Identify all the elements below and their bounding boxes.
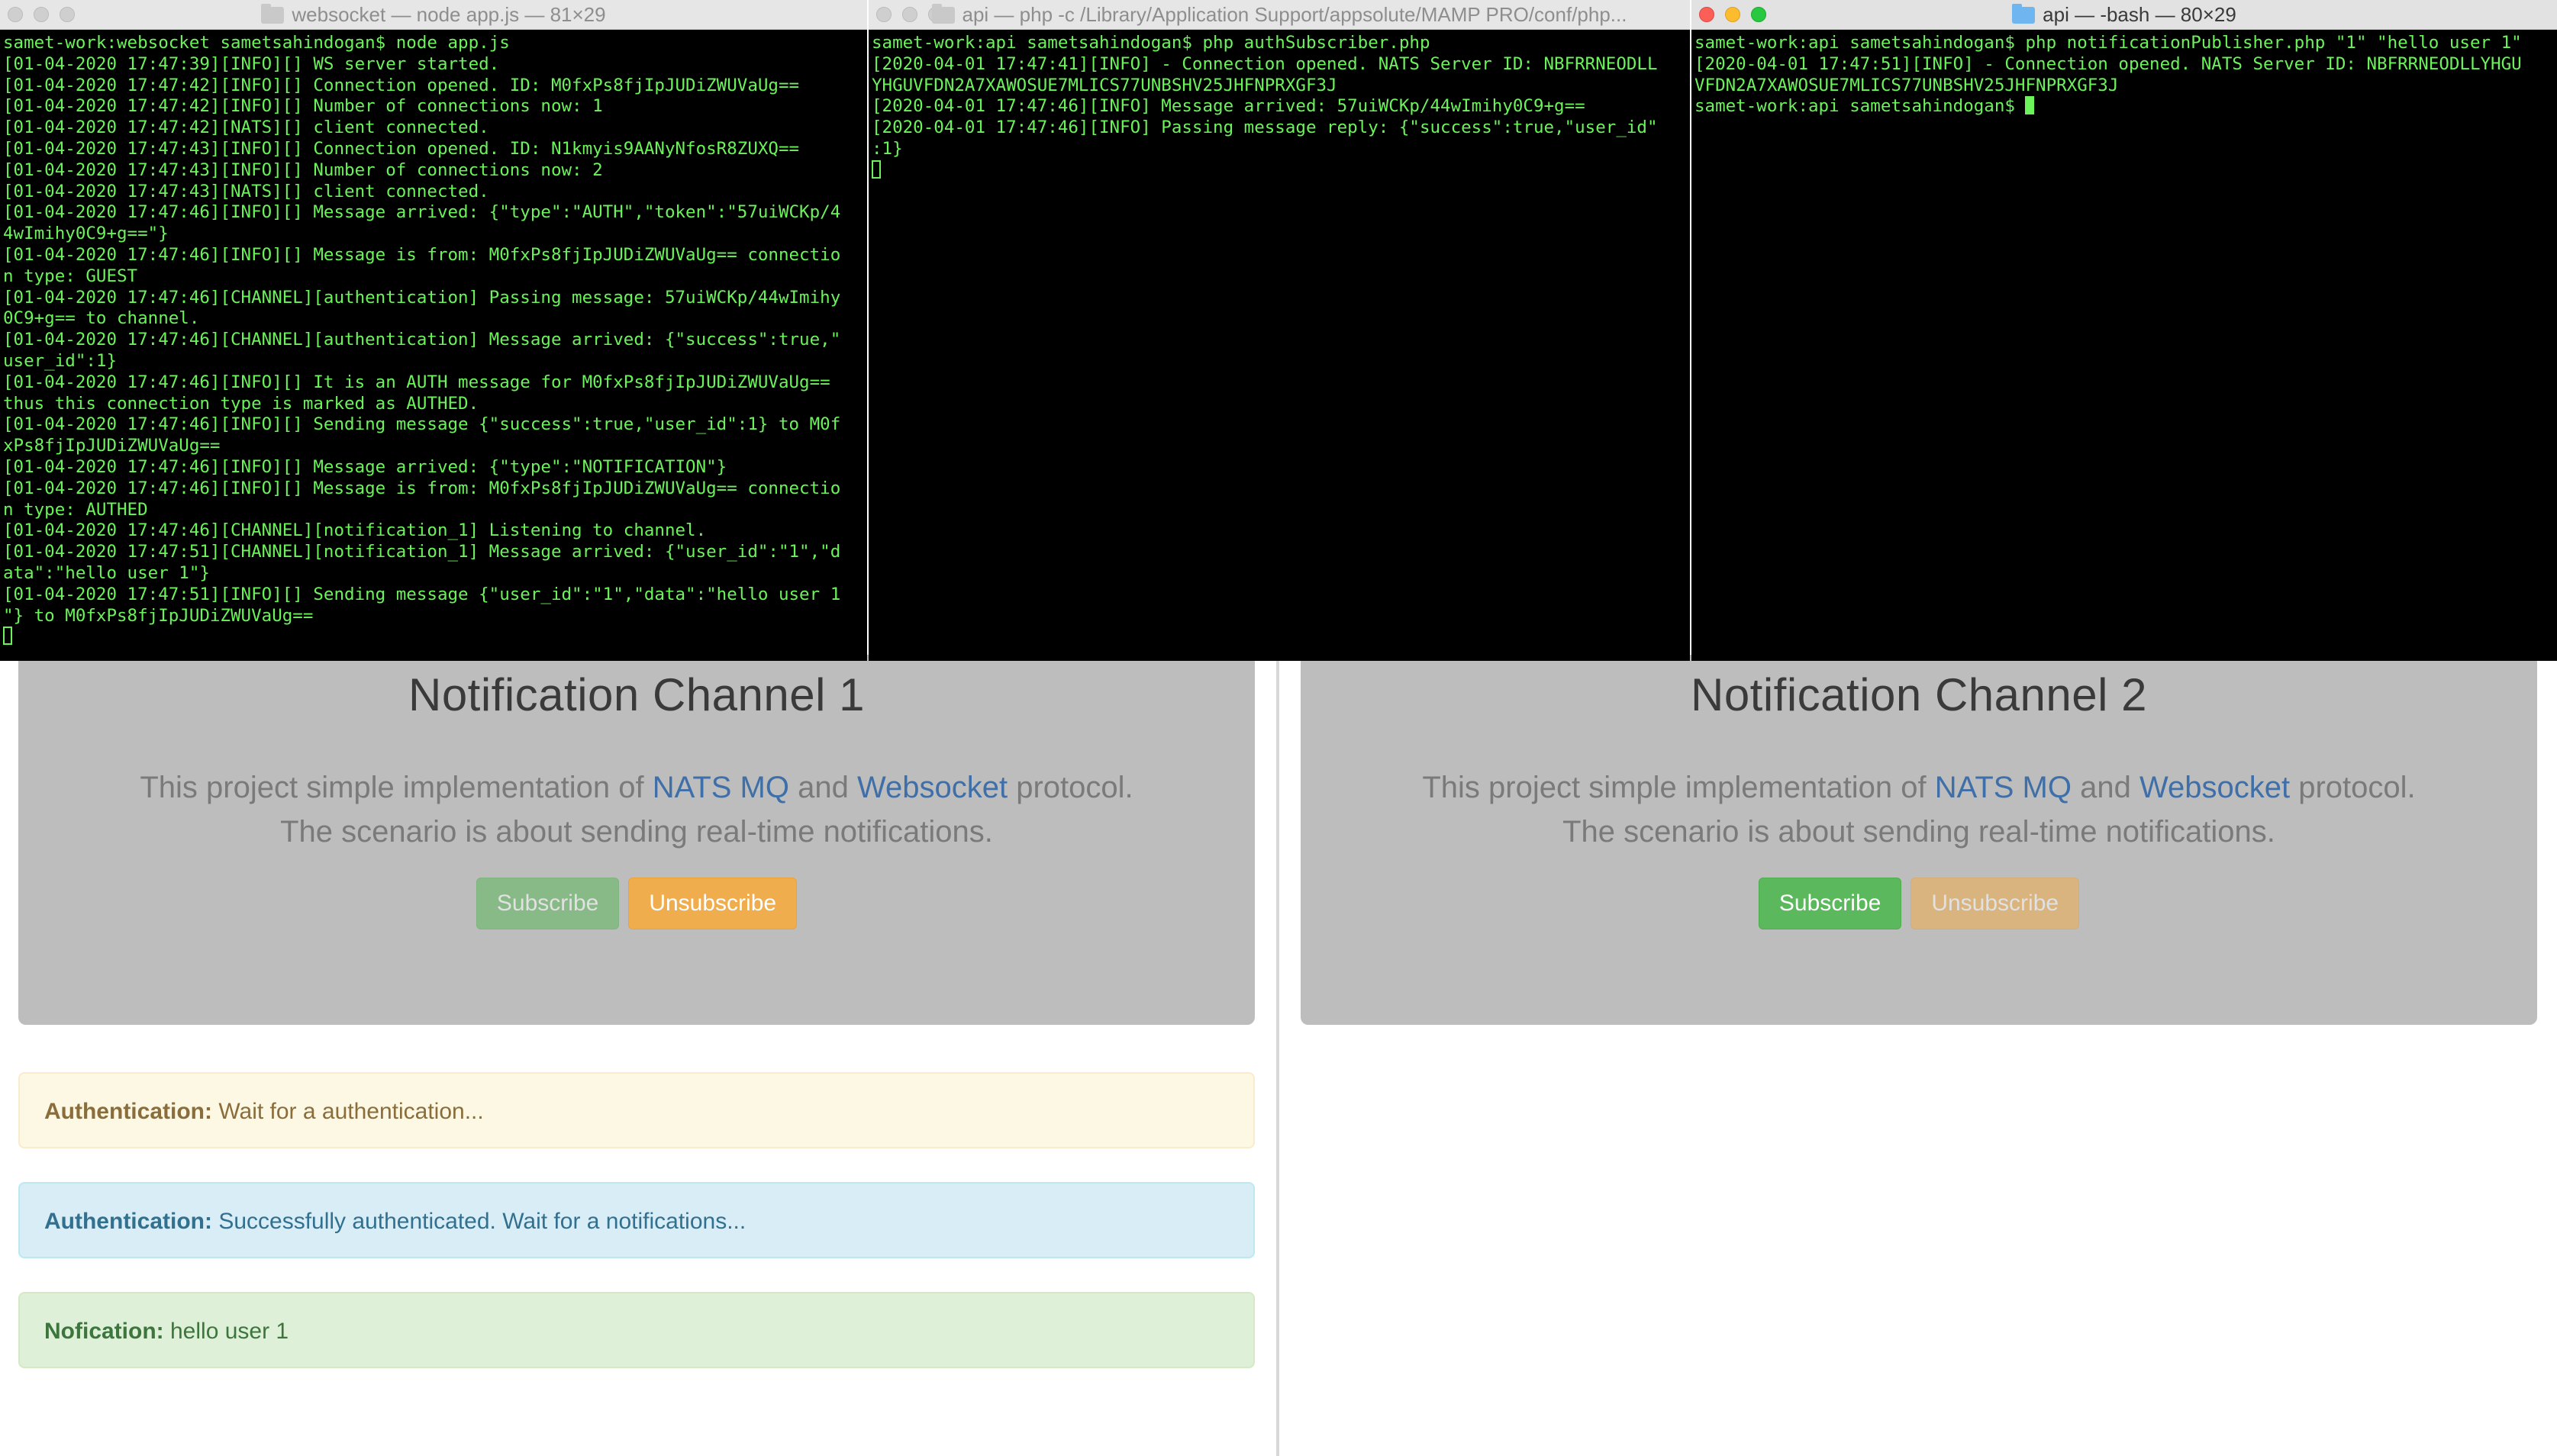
websocket-link[interactable]: Websocket bbox=[857, 771, 1008, 804]
folder-icon bbox=[931, 4, 955, 24]
nats-mq-link[interactable]: NATS MQ bbox=[653, 771, 789, 804]
terminal-line: YHGUVFDN2A7XAWOSUE7MLICS77UNBSHV25JHFNPR… bbox=[872, 75, 1337, 95]
terminal-line: [01-04-2020 17:47:43][INFO][] Number of … bbox=[3, 159, 603, 180]
terminal-cursor bbox=[2025, 96, 2035, 115]
auth-wait-alert: Authentication: Wait for a authenticatio… bbox=[18, 1072, 1255, 1148]
terminal-line: thus this connection type is marked as A… bbox=[3, 393, 479, 414]
terminal-line: n type: GUEST bbox=[3, 266, 138, 286]
terminal-line: n type: AUTHED bbox=[3, 499, 148, 520]
close-icon[interactable] bbox=[1699, 7, 1714, 22]
terminal-line: samet-work:api sametsahindogan$ php auth… bbox=[872, 33, 1430, 53]
terminal-cursor bbox=[872, 159, 881, 179]
terminal-line: [01-04-2020 17:47:46][INFO][] Message is… bbox=[3, 244, 841, 265]
alert-label: Authentication: bbox=[44, 1209, 212, 1234]
terminal-line: [01-04-2020 17:47:43][NATS][] client con… bbox=[3, 181, 489, 201]
alert-text: Wait for a authentication... bbox=[211, 1099, 484, 1124]
terminal-line: samet-work:api sametsahindogan$ php noti… bbox=[1694, 33, 2522, 53]
terminal-line: [01-04-2020 17:47:42][INFO][] Connection… bbox=[3, 75, 800, 95]
terminal-line: samet-work:websocket sametsahindogan$ no… bbox=[3, 33, 510, 53]
subscribe-button[interactable]: Subscribe bbox=[1758, 878, 1902, 929]
terminal-line: [01-04-2020 17:47:42][NATS][] client con… bbox=[3, 118, 489, 138]
terminal-titlebar[interactable]: websocket — node app.js — 81×29 bbox=[0, 0, 867, 30]
lead-text: This project simple implementation of NA… bbox=[140, 771, 1133, 849]
window-title: api — -bash — 80×29 bbox=[2043, 3, 2236, 26]
terminal-line: ata":"hello user 1"} bbox=[3, 562, 210, 583]
terminal-prompt-line: samet-work:api sametsahindogan$ bbox=[1694, 96, 2554, 118]
lead-text: This project simple implementation of NA… bbox=[1422, 771, 2416, 849]
button-group: Subscribe Unsubscribe bbox=[18, 878, 1255, 929]
window-title: api — php -c /Library/Application Suppor… bbox=[962, 3, 1627, 26]
terminal-window-websocket[interactable]: websocket — node app.js — 81×29 samet-wo… bbox=[0, 0, 867, 661]
terminal-titlebar[interactable]: api — php -c /Library/Application Suppor… bbox=[869, 0, 1690, 30]
terminal-cursor bbox=[3, 627, 12, 646]
terminal-line: "} to M0fxPs8fjIpJUDiZWUVaUg== bbox=[3, 605, 314, 626]
terminal-line: [01-04-2020 17:47:46][CHANNEL][notificat… bbox=[3, 520, 707, 541]
websocket-link[interactable]: Websocket bbox=[2139, 771, 2290, 804]
alert-text: Successfully authenticated. Wait for a n… bbox=[211, 1209, 746, 1234]
close-icon[interactable] bbox=[876, 7, 892, 22]
terminal-line: [01-04-2020 17:47:46][CHANNEL][authentic… bbox=[3, 287, 841, 308]
terminal-line: [01-04-2020 17:47:46][INFO][] It is an A… bbox=[3, 372, 830, 392]
folder-icon bbox=[261, 4, 285, 24]
zoom-icon[interactable] bbox=[1751, 7, 1766, 22]
nats-mq-link[interactable]: NATS MQ bbox=[1935, 771, 2072, 804]
terminal-line: [2020-04-01 17:47:46][INFO] Passing mess… bbox=[872, 118, 1658, 138]
terminal-line: [01-04-2020 17:47:46][INFO][] Message ar… bbox=[3, 202, 841, 223]
terminal-titlebar[interactable]: api — -bash — 80×29 bbox=[1691, 0, 2557, 30]
folder-icon bbox=[2012, 4, 2036, 24]
page-title: Notification Channel 1 bbox=[408, 669, 866, 720]
alert-label: Authentication: bbox=[44, 1099, 212, 1124]
jumbotron-channel-2: Notification Channel 2 This project simp… bbox=[1301, 655, 2537, 1025]
terminal-line: [01-04-2020 17:47:42][INFO][] Number of … bbox=[3, 96, 603, 117]
terminal-cursor-line bbox=[872, 159, 1687, 182]
terminal-prompt: samet-work:api sametsahindogan$ bbox=[1694, 96, 2026, 117]
button-group: Subscribe Unsubscribe bbox=[1301, 878, 2537, 929]
alert-text: hello user 1 bbox=[163, 1319, 289, 1344]
zoom-icon[interactable] bbox=[60, 7, 75, 22]
minimize-icon[interactable] bbox=[902, 7, 917, 22]
terminal-line: [2020-04-01 17:47:41][INFO] - Connection… bbox=[872, 53, 1658, 74]
terminal-line: [01-04-2020 17:47:39][INFO][] WS server … bbox=[3, 53, 500, 74]
terminal-line: [01-04-2020 17:47:46][CHANNEL][authentic… bbox=[3, 330, 841, 350]
jumbotron-channel-1: Notification Channel 1 This project simp… bbox=[18, 655, 1255, 1025]
terminal-line: user_id":1} bbox=[3, 350, 118, 371]
terminal-line: [01-04-2020 17:47:46][INFO][] Message is… bbox=[3, 478, 841, 498]
terminal-line: [01-04-2020 17:47:51][CHANNEL][notificat… bbox=[3, 542, 841, 562]
notification-alert: Nofication: hello user 1 bbox=[18, 1292, 1255, 1368]
terminal-line: [2020-04-01 17:47:51][INFO] - Connection… bbox=[1694, 53, 2522, 74]
page-title: Notification Channel 2 bbox=[1690, 669, 2148, 720]
terminal-output[interactable]: samet-work:api sametsahindogan$ php noti… bbox=[1691, 30, 2557, 118]
terminal-line: [01-04-2020 17:47:43][INFO][] Connection… bbox=[3, 138, 800, 159]
terminal-line: [01-04-2020 17:47:46][INFO][] Message ar… bbox=[3, 456, 727, 477]
terminal-line: 4wImihy0C9+g=="} bbox=[3, 224, 169, 244]
auth-success-alert: Authentication: Successfully authenticat… bbox=[18, 1182, 1255, 1258]
terminal-window-auth-subscriber[interactable]: api — php -c /Library/Application Suppor… bbox=[869, 0, 1690, 661]
unsubscribe-button[interactable]: Unsubscribe bbox=[1910, 878, 2080, 929]
terminal-line: 0C9+g== to channel. bbox=[3, 308, 200, 329]
terminal-line: xPs8fjIpJUDiZWUVaUg== bbox=[3, 436, 221, 456]
subscribe-button[interactable]: Subscribe bbox=[476, 878, 620, 929]
window-controls bbox=[1699, 7, 1777, 29]
terminal-line: [2020-04-01 17:47:46][INFO] Message arri… bbox=[872, 96, 1585, 117]
terminal-output[interactable]: samet-work:api sametsahindogan$ php auth… bbox=[869, 30, 1690, 182]
terminal-cursor-line bbox=[3, 627, 864, 648]
terminal-line: [01-04-2020 17:47:46][INFO][] Sending me… bbox=[3, 414, 841, 435]
minimize-icon[interactable] bbox=[34, 7, 49, 22]
terminal-line: :1} bbox=[872, 138, 903, 159]
window-title: websocket — node app.js — 81×29 bbox=[292, 3, 606, 26]
minimize-icon[interactable] bbox=[1725, 7, 1740, 22]
terminal-line: [01-04-2020 17:47:51][INFO][] Sending me… bbox=[3, 584, 841, 604]
unsubscribe-button[interactable]: Unsubscribe bbox=[628, 878, 798, 929]
terminal-line: VFDN2A7XAWOSUE7MLICS77UNBSHV25JHFNPRXGF3… bbox=[1694, 75, 2119, 95]
terminal-output[interactable]: samet-work:websocket sametsahindogan$ no… bbox=[0, 30, 867, 648]
window-controls bbox=[8, 7, 85, 29]
terminal-window-bash[interactable]: api — -bash — 80×29 samet-work:api samet… bbox=[1691, 0, 2557, 661]
close-icon[interactable] bbox=[8, 7, 23, 22]
alert-label: Nofication: bbox=[44, 1319, 164, 1344]
